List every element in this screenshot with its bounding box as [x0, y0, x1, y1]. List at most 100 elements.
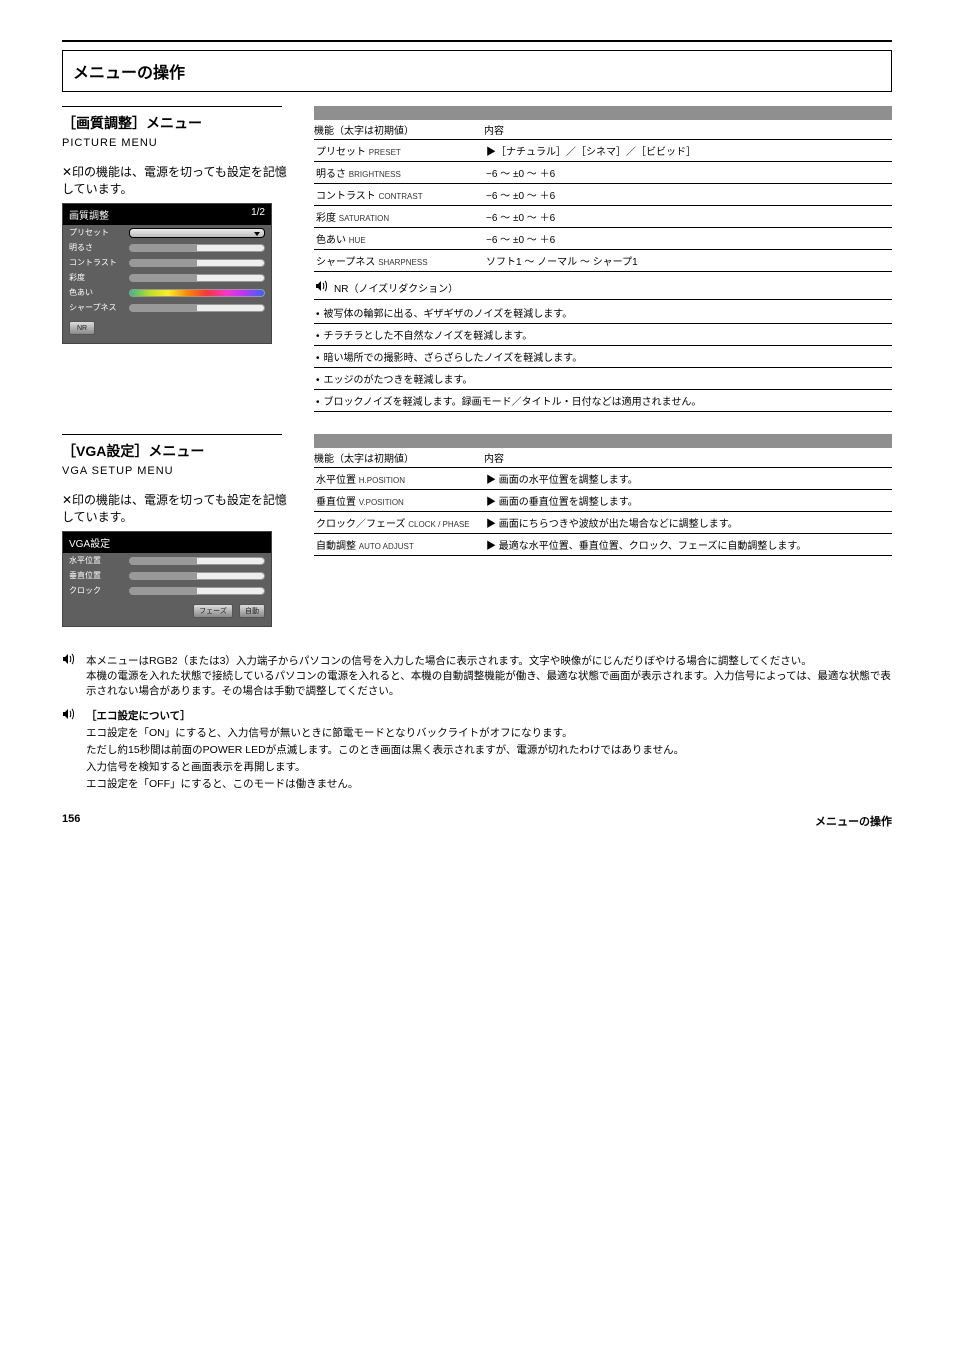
page-title: メニューの操作: [73, 59, 881, 83]
cell-en: HUE: [349, 236, 366, 245]
vga-feature-header: 機能（太字は初期値） 内容: [314, 450, 892, 468]
cell-jp: 色あい: [316, 235, 346, 246]
cell-val: −6 〜 ±0 〜 ＋6: [484, 162, 892, 184]
osd-label: プリセット: [69, 227, 125, 238]
cell-jp: シャープネス: [316, 257, 375, 268]
table-row: クロック／フェーズ CLOCK / PHASE ▶ 画面にちらつきや波紋が出た場…: [314, 512, 892, 534]
osd-row-vpos[interactable]: 垂直位置: [63, 568, 271, 583]
slider-icon: [129, 244, 265, 252]
picture-osd-titlebar: 画質調整 1/2: [63, 204, 271, 225]
table-row: 明るさ BRIGHTNESS −6 〜 ±0 〜 ＋6: [314, 162, 892, 184]
table-row: 垂直位置 V.POSITION ▶ 画面の垂直位置を調整します。: [314, 490, 892, 512]
cell-jp: プリセット: [316, 147, 366, 158]
cell-val: −6 〜 ±0 〜 ＋6: [484, 228, 892, 250]
vga-x-note: ✕印の機能は、電源を切っても設定を記憶しています。: [62, 491, 290, 525]
picture-osd-bottom: NR: [63, 315, 271, 335]
cell-jp: 水平位置: [316, 475, 356, 486]
dropdown-icon: [129, 228, 265, 238]
auto-button[interactable]: 自動: [239, 604, 265, 618]
feature-header-right: 内容: [484, 122, 892, 137]
osd-label: 水平位置: [69, 555, 125, 566]
feature-header-left: 機能（太字は初期値）: [314, 450, 484, 465]
osd-row-preset[interactable]: プリセット: [63, 225, 271, 240]
vga-osd-title: VGA設定: [69, 535, 110, 550]
bullet-row: 被写体の輪郭に出る、ギザギザのノイズを軽減します。: [314, 302, 892, 324]
osd-row-clock[interactable]: クロック: [63, 583, 271, 598]
picture-right-col: 機能（太字は初期値） 内容 プリセット PRESET ▶［ナチュラル］／［シネマ…: [314, 106, 892, 412]
table-row: 色あい HUE −6 〜 ±0 〜 ＋6: [314, 228, 892, 250]
speaker-icon: [314, 280, 330, 295]
feature-header-right: 内容: [484, 450, 892, 465]
osd-row-hue[interactable]: 色あい: [63, 285, 271, 300]
picture-x-note: ✕印の機能は、電源を切っても設定を記憶しています。: [62, 163, 290, 197]
slider-icon: [129, 587, 265, 595]
osd-label: 垂直位置: [69, 570, 125, 581]
vga-osd-titlebar: VGA設定: [63, 532, 271, 553]
osd-row-hpos[interactable]: 水平位置: [63, 553, 271, 568]
eco-block: ［エコ設定について］ エコ設定を「ON」にすると、入力信号が無いときに節電モード…: [62, 708, 892, 793]
table-row: コントラスト CONTRAST −6 〜 ±0 〜 ＋6: [314, 184, 892, 206]
cell-jp: クロック／フェーズ: [316, 519, 406, 530]
picture-menu-label-en: PICTURE MENU: [62, 137, 290, 149]
table-row: 彩度 SATURATION −6 〜 ±0 〜 ＋6: [314, 206, 892, 228]
osd-label: 明るさ: [69, 242, 125, 253]
nr-note-text: NR（ノイズリダクション）: [334, 280, 458, 295]
picture-left-col: ［画質調整］メニュー PICTURE MENU ✕印の機能は、電源を切っても設定…: [62, 106, 290, 412]
vga-left-col: ［VGA設定］メニュー VGA SETUP MENU ✕印の機能は、電源を切って…: [62, 434, 290, 635]
picture-osd: 画質調整 1/2 プリセット 明るさ コントラスト 彩度: [62, 203, 272, 344]
table-row: プリセット PRESET ▶［ナチュラル］／［シネマ］／［ビビッド］: [314, 140, 892, 162]
bullet-row: エッジのがたつきを軽減します。: [314, 368, 892, 390]
speaker-icon: [62, 653, 80, 668]
cell-en: AUTO ADJUST: [359, 542, 414, 551]
table-row: 自動調整 AUTO ADJUST ▶ 最適な水平位置、垂直位置、クロック、フェー…: [314, 534, 892, 556]
osd-row-contrast[interactable]: コントラスト: [63, 255, 271, 270]
vga-osd: VGA設定 水平位置 垂直位置 クロック フェーズ 自動: [62, 531, 272, 627]
table-row: 水平位置 H.POSITION ▶ 画面の水平位置を調整します。: [314, 468, 892, 490]
footer-text: メニューの操作: [815, 813, 892, 829]
vga-menu-label-en: VGA SETUP MENU: [62, 465, 290, 477]
vga-osd-bottom: フェーズ 自動: [63, 598, 271, 618]
bullet-text: エッジのがたつきを軽減します。: [316, 371, 473, 386]
vga-note-1: 本メニューはRGB2（または3）入力端子からパソコンの信号を入力した場合に表示さ…: [62, 653, 892, 698]
cell-en: SATURATION: [339, 214, 389, 223]
page-title-box: メニューの操作 USING THE MENUS: [62, 50, 892, 92]
osd-label: 色あい: [69, 287, 125, 298]
osd-label: シャープネス: [69, 302, 125, 313]
cell-en: H.POSITION: [359, 476, 405, 485]
bullet-text: 暗い場所での撮影時、ざらざらしたノイズを軽減します。: [316, 349, 582, 364]
osd-row-saturation[interactable]: 彩度: [63, 270, 271, 285]
slider-icon: [129, 557, 265, 565]
eco-lines: ［エコ設定について］ エコ設定を「ON」にすると、入力信号が無いときに節電モード…: [86, 708, 684, 793]
eco-line-3: 入力信号を検知すると画面表示を再開します。: [86, 759, 684, 774]
nr-button[interactable]: NR: [69, 321, 95, 335]
cell-val: ソフト1 〜 ノーマル 〜 シャープ1: [484, 250, 892, 272]
cell-jp: コントラスト: [316, 191, 376, 202]
footer-page-number: 156: [62, 813, 80, 829]
osd-row-brightness[interactable]: 明るさ: [63, 240, 271, 255]
vga-menu-label-jp: ［VGA設定］メニュー: [62, 441, 290, 461]
vga-section: ［VGA設定］メニュー VGA SETUP MENU ✕印の機能は、電源を切って…: [62, 434, 892, 635]
picture-osd-page: 1/2: [251, 207, 265, 222]
nr-note-line: NR（ノイズリダクション）: [314, 280, 892, 300]
cell-en: BRIGHTNESS: [349, 170, 401, 179]
page-footer: 156 メニューの操作: [62, 813, 892, 829]
eco-title: ［エコ設定について］: [86, 708, 684, 723]
vga-sub-rule: [62, 434, 282, 435]
slider-icon: [129, 304, 265, 312]
picture-sub-rule: [62, 106, 282, 107]
picture-table: プリセット PRESET ▶［ナチュラル］／［シネマ］／［ビビッド］ 明るさ B…: [314, 140, 892, 272]
cell-en: SHARPNESS: [378, 258, 427, 267]
cell-en: CLOCK / PHASE: [408, 520, 469, 529]
picture-section: ［画質調整］メニュー PICTURE MENU ✕印の機能は、電源を切っても設定…: [62, 106, 892, 412]
phase-button[interactable]: フェーズ: [193, 604, 233, 618]
feature-bar: [314, 434, 892, 448]
cell-val: −6 〜 ±0 〜 ＋6: [484, 206, 892, 228]
vga-right-col: 機能（太字は初期値） 内容 水平位置 H.POSITION ▶ 画面の水平位置を…: [314, 434, 892, 635]
bullet-row: チラチラとした不自然なノイズを軽減します。: [314, 324, 892, 346]
osd-row-sharpness[interactable]: シャープネス: [63, 300, 271, 315]
eco-line-2: ただし約15秒間は前面のPOWER LEDが点滅します。このとき画面は黒く表示さ…: [86, 742, 684, 757]
bullet-text: チラチラとした不自然なノイズを軽減します。: [316, 327, 532, 342]
table-row: シャープネス SHARPNESS ソフト1 〜 ノーマル 〜 シャープ1: [314, 250, 892, 272]
cell-en: V.POSITION: [359, 498, 404, 507]
cell-val: ▶ 画面の水平位置を調整します。: [484, 468, 892, 490]
